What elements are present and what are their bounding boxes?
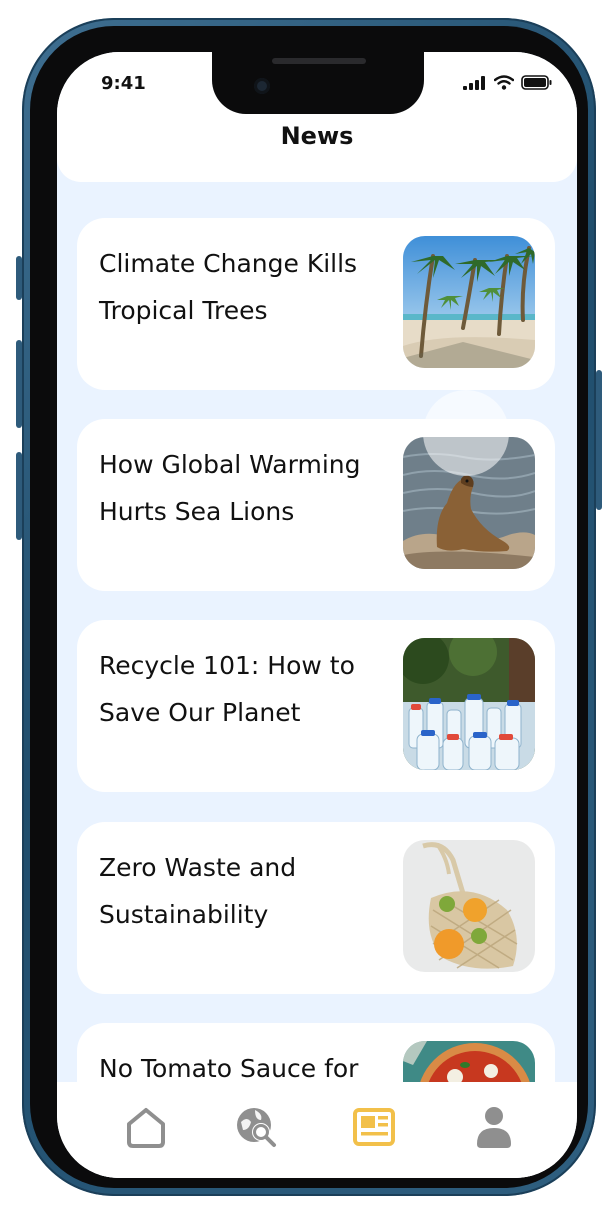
signal-icon [463, 75, 485, 90]
tab-news[interactable] [351, 1104, 397, 1150]
wifi-icon [494, 75, 514, 90]
tab-explore[interactable] [233, 1104, 279, 1150]
status-time: 9:41 [101, 73, 146, 94]
tab-profile[interactable] [471, 1104, 517, 1150]
page-title: News [280, 122, 354, 150]
news-card-title: How Global Warming Hurts Sea Lions [99, 450, 361, 526]
news-card-title: Climate Change Kills Tropical Trees [99, 249, 358, 325]
news-card[interactable]: Climate Change Kills Tropical Trees [77, 218, 555, 390]
profile-icon [477, 1107, 511, 1148]
volume-down-button [16, 452, 22, 540]
news-card[interactable]: Zero Waste and Sustainability [77, 822, 555, 994]
palm-beach-photo [403, 236, 535, 368]
news-icon [353, 1108, 395, 1146]
news-card[interactable]: Recycle 101: How to Save Our Planet [77, 620, 555, 792]
news-card-title: Zero Waste and Sustainability [99, 853, 297, 929]
home-icon [127, 1108, 165, 1148]
front-camera [254, 78, 270, 94]
screen: 9:41 News Climate Change Kills Tropical … [57, 52, 577, 1178]
battery-icon [521, 75, 552, 90]
volume-up-button [16, 340, 22, 428]
status-icons [463, 75, 553, 90]
phone-bezel: 9:41 News Climate Change Kills Tropical … [30, 26, 588, 1188]
news-card-title: Recycle 101: How to Save Our Planet [99, 651, 355, 727]
bottom-tab-bar [57, 1082, 577, 1178]
tab-home[interactable] [123, 1104, 169, 1150]
mute-switch [16, 256, 22, 300]
phone-frame: 9:41 News Climate Change Kills Tropical … [16, 18, 602, 1196]
speaker-grille [272, 58, 366, 64]
globe-search-icon [237, 1108, 276, 1147]
mesh-bag-oranges-photo [403, 840, 535, 972]
touch-indicator [423, 390, 509, 476]
plastic-bottles-photo [403, 638, 535, 770]
power-button [596, 370, 602, 510]
